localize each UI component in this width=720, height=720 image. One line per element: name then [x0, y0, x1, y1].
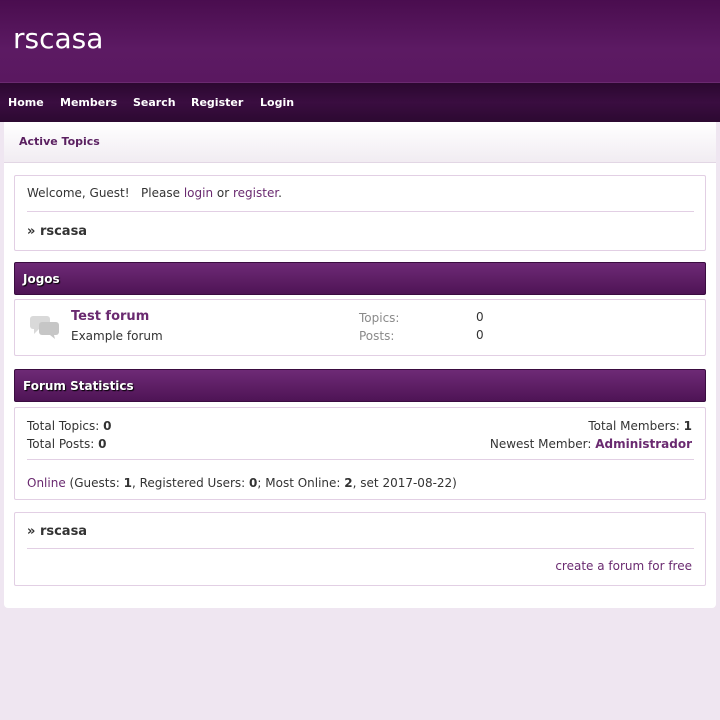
footer-divider [27, 548, 694, 549]
nav-login[interactable]: Login [260, 96, 294, 109]
nav-register[interactable]: Register [191, 96, 243, 109]
stats-box: Total Topics: 0 Total Posts: 0 Total Mem… [14, 407, 706, 500]
category-header: Jogos [14, 262, 706, 295]
forum-topics-count: 0 [476, 310, 484, 324]
forum-bubbles-icon [29, 314, 61, 343]
welcome-please-text: Please [141, 186, 180, 200]
total-posts-label: Total Posts: [27, 437, 95, 451]
total-posts-value: 0 [98, 437, 107, 451]
breadcrumb-site-link[interactable]: rscasa [40, 224, 87, 239]
newest-member-label: Newest Member: [489, 437, 592, 451]
stats-header: Forum Statistics [14, 369, 706, 402]
footer-breadcrumb-site-link[interactable]: rscasa [40, 524, 87, 539]
welcome-divider [27, 211, 694, 212]
stats-total-topics: Total Topics: 0 [27, 419, 112, 433]
active-topics-link[interactable]: Active Topics [19, 135, 100, 148]
footer-breadcrumb-separator: » [27, 524, 36, 539]
footer-breadcrumb: » rscasa [27, 524, 87, 539]
sub-navbar: Active Topics [4, 122, 716, 163]
total-members-label: Total Members: [588, 419, 680, 433]
online-status: Online (Guests: 1, Registered Users: 0; … [27, 476, 457, 490]
online-guests-label: (Guests: [69, 476, 120, 490]
stats-divider [27, 459, 694, 460]
online-most-label: ; Most Online: [257, 476, 341, 490]
forum-topics-label: Topics: [359, 311, 400, 325]
online-most-date: , set 2017-08-22) [352, 476, 457, 490]
site-banner: rscasa [0, 0, 720, 82]
forum-description: Example forum [71, 329, 163, 343]
online-link[interactable]: Online [27, 476, 66, 490]
online-guests-value: 1 [123, 476, 132, 490]
online-registered-label: , Registered Users: [131, 476, 246, 490]
newest-member-link[interactable]: Administrador [595, 437, 692, 451]
welcome-guest-text: Welcome, Guest! [27, 186, 130, 200]
main-navbar: Home Members Search Register Login [0, 82, 720, 122]
breadcrumb-separator: » [27, 224, 36, 239]
total-topics-value: 0 [103, 419, 112, 433]
total-members-value: 1 [683, 419, 692, 433]
category-title[interactable]: Jogos [23, 272, 60, 286]
breadcrumb: » rscasa [27, 224, 87, 239]
login-link[interactable]: login [184, 186, 213, 200]
register-link[interactable]: register [233, 186, 278, 200]
forum-name-link[interactable]: Test forum [71, 309, 149, 324]
create-forum-link[interactable]: create a forum for free [555, 559, 692, 573]
welcome-period: . [278, 186, 282, 200]
welcome-or-text: or [216, 186, 230, 200]
welcome-message: Welcome, Guest! Please login or register… [27, 186, 282, 200]
site-title[interactable]: rscasa [13, 22, 103, 55]
nav-home[interactable]: Home [8, 96, 44, 109]
online-most-value: 2 [344, 476, 353, 490]
stats-total-members: Total Members: 1 [588, 419, 692, 433]
nav-search[interactable]: Search [133, 96, 176, 109]
stats-newest-member: Newest Member: Administrador [490, 437, 692, 451]
stats-title: Forum Statistics [23, 379, 134, 393]
forum-posts-count: 0 [476, 328, 484, 342]
main-content: Active Topics Welcome, Guest! Please log… [4, 122, 716, 608]
nav-members[interactable]: Members [60, 96, 117, 109]
forum-row: Test forum Example forum Topics: 0 Posts… [14, 299, 706, 356]
total-topics-label: Total Topics: [27, 419, 100, 433]
forum-posts-label: Posts: [359, 329, 395, 343]
stats-total-posts: Total Posts: 0 [27, 437, 106, 451]
welcome-box: Welcome, Guest! Please login or register… [14, 175, 706, 251]
footer-box: » rscasa create a forum for free [14, 512, 706, 586]
